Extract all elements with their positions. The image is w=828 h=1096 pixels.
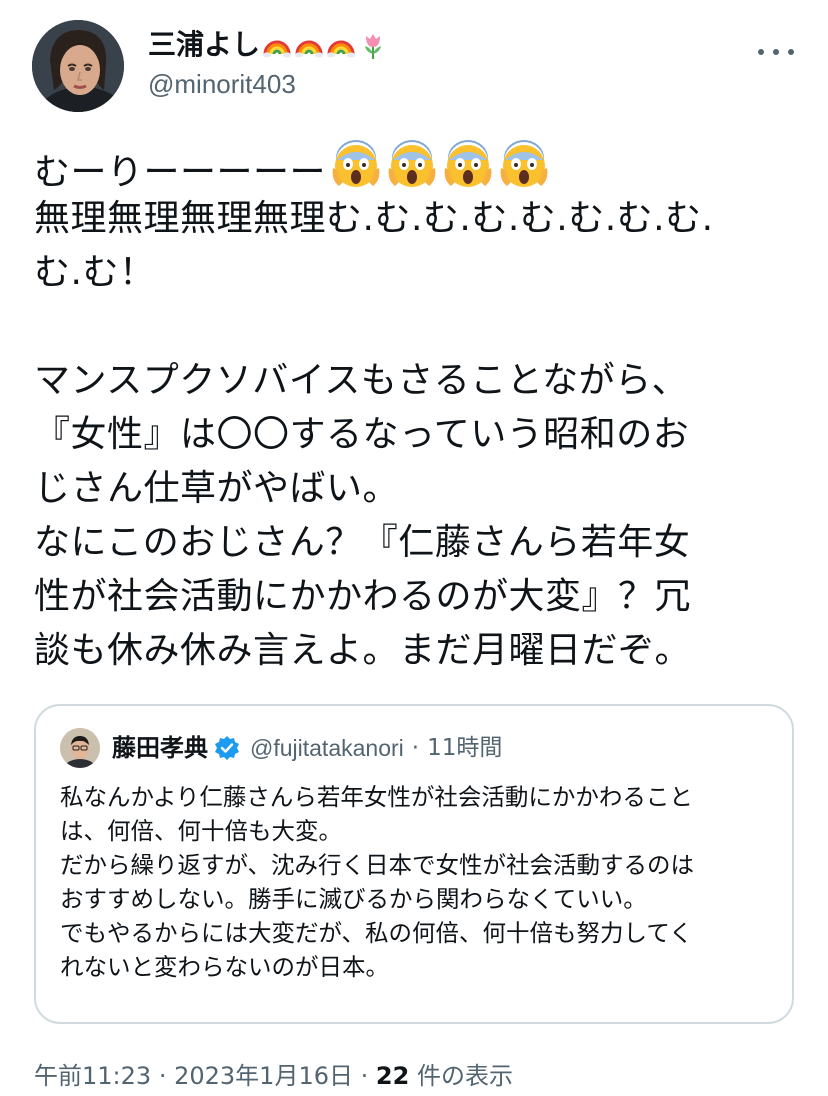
more-options-button[interactable] <box>758 42 794 62</box>
quoted-tweet-card[interactable]: 藤田孝典 @fujitatakanori · 11時間 私なんかより仁藤さんら若… <box>34 704 794 1024</box>
display-name[interactable]: 三浦よし <box>148 28 260 62</box>
author-handle[interactable]: @minorit403 <box>148 66 388 102</box>
tweet-header: 三浦よし @minorit403 <box>32 20 796 116</box>
quoted-line: だから繰り返すが、沈み行く日本で女性が社会活動するのは <box>60 851 695 879</box>
quoted-tweet-text: 私なんかより仁藤さんら若年女性が社会活動にかかわること は、何倍、何十倍も大変。… <box>60 780 780 984</box>
tweet-line: マンスプクソバイスもさることながら、 <box>34 360 689 401</box>
quoted-line: れないと変わらないのが日本。 <box>60 953 389 981</box>
separator-dot: · <box>360 1062 369 1090</box>
quoted-tweet-header: 藤田孝典 @fujitatakanori · 11時間 <box>60 728 502 768</box>
tweet-line-text: むーりーーーーー <box>34 152 327 193</box>
tweet-text: むーりーーーーー 無理無理無理無理む.む.む.む.む.む.む.む. む.む！ マ… <box>34 138 804 678</box>
display-name-row: 三浦よし <box>148 28 388 62</box>
tweet-line: 性が社会活動にかかわるのが大変』？冗 <box>34 576 692 617</box>
quoted-avatar-photo <box>60 728 100 768</box>
rainbow-icon <box>295 40 324 58</box>
separator-dot: · <box>158 1062 167 1090</box>
tweet-line: 『女性』は〇〇するなっていう昭和のお <box>34 414 690 455</box>
tweet-time[interactable]: 午前11:23 <box>34 1062 151 1090</box>
tulip-icon <box>365 34 382 59</box>
quoted-line: 私なんかより仁藤さんら若年女性が社会活動にかかわること <box>60 783 693 811</box>
screaming-face-icon <box>388 140 436 187</box>
tweet-line: じさん仕草がやばい。 <box>34 468 400 509</box>
verified-badge-icon <box>215 736 239 760</box>
tweet-line: む.む！ <box>34 252 156 293</box>
tweet-line: なにこのおじさん？『仁藤さんら若年女 <box>34 522 691 563</box>
tweet-line: むーりーーーーー <box>34 138 804 193</box>
rainbow-icon <box>327 40 356 58</box>
quoted-timestamp[interactable]: 11時間 <box>427 728 502 768</box>
screaming-face-icon <box>444 140 492 187</box>
views-label: 件の表示 <box>416 1062 513 1090</box>
views-count[interactable]: 22 <box>376 1062 409 1090</box>
rainbow-icon <box>263 40 292 58</box>
quoted-handle[interactable]: @fujitatakanori <box>250 728 404 768</box>
tweet-metadata: 午前11:23 · 2023年1月16日 · 22 件の表示 <box>34 1056 513 1096</box>
screaming-face-icon <box>332 140 380 187</box>
screaming-face-icon <box>500 140 548 187</box>
quoted-line: おすすめしない。勝手に滅びるから関わらなくていい。 <box>60 885 647 913</box>
more-dot-icon <box>788 49 794 55</box>
more-dot-icon <box>758 49 764 55</box>
author-info[interactable]: 三浦よし @minorit403 <box>148 28 388 102</box>
scream-emoji-group <box>330 138 550 190</box>
tweet-line: 談も休み休み言えよ。まだ月曜日だぞ。 <box>34 630 692 671</box>
more-dot-icon <box>773 49 779 55</box>
avatar-photo <box>32 20 124 112</box>
tweet-line: 無理無理無理無理む.む.む.む.む.む.む.む. <box>34 198 714 239</box>
separator-dot: · <box>411 735 420 761</box>
quoted-line: は、何倍、何十倍も大変。 <box>60 817 342 845</box>
tweet-date[interactable]: 2023年1月16日 <box>174 1062 353 1090</box>
quoted-display-name[interactable]: 藤田孝典 <box>112 728 208 768</box>
quoted-avatar[interactable] <box>60 728 100 768</box>
avatar[interactable] <box>32 20 124 112</box>
quoted-line: でもやるからには大変だが、私の何倍、何十倍も努力してく <box>60 919 693 947</box>
